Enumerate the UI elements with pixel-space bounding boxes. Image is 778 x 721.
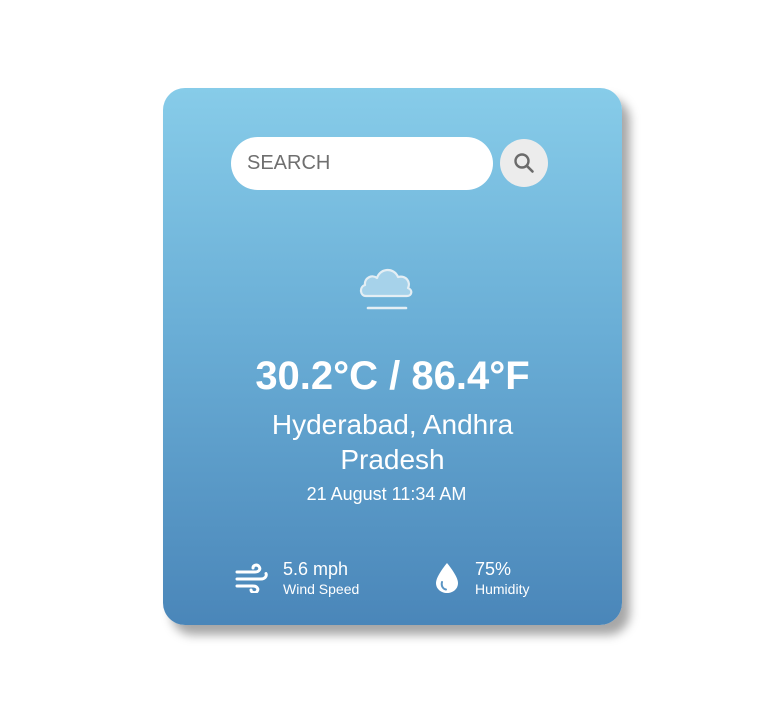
mist-cloud-icon [356,260,416,314]
location-name: Hyderabad, Andhra Pradesh [271,409,514,475]
wind-stat: 5.6 mph Wind Speed [235,558,359,598]
date-time: 21 August 11:34 AM [306,484,467,504]
search-input[interactable] [231,137,493,190]
search-icon [513,152,535,174]
wind-speed-value: 5.6 mph [283,559,349,579]
search-button[interactable] [500,139,548,187]
humidity-label: Humidity [475,581,530,597]
weather-card: 30.2°C / 86.4°F Hyderabad, Andhra Prades… [163,88,622,625]
wind-icon [235,563,269,593]
wind-speed-label: Wind Speed [283,581,360,597]
humidity-stat: 75% Humidity [433,558,529,598]
water-drop-icon [433,561,461,595]
temperature: 30.2°C / 86.4°F [255,354,530,398]
humidity-value: 75% [475,559,512,579]
